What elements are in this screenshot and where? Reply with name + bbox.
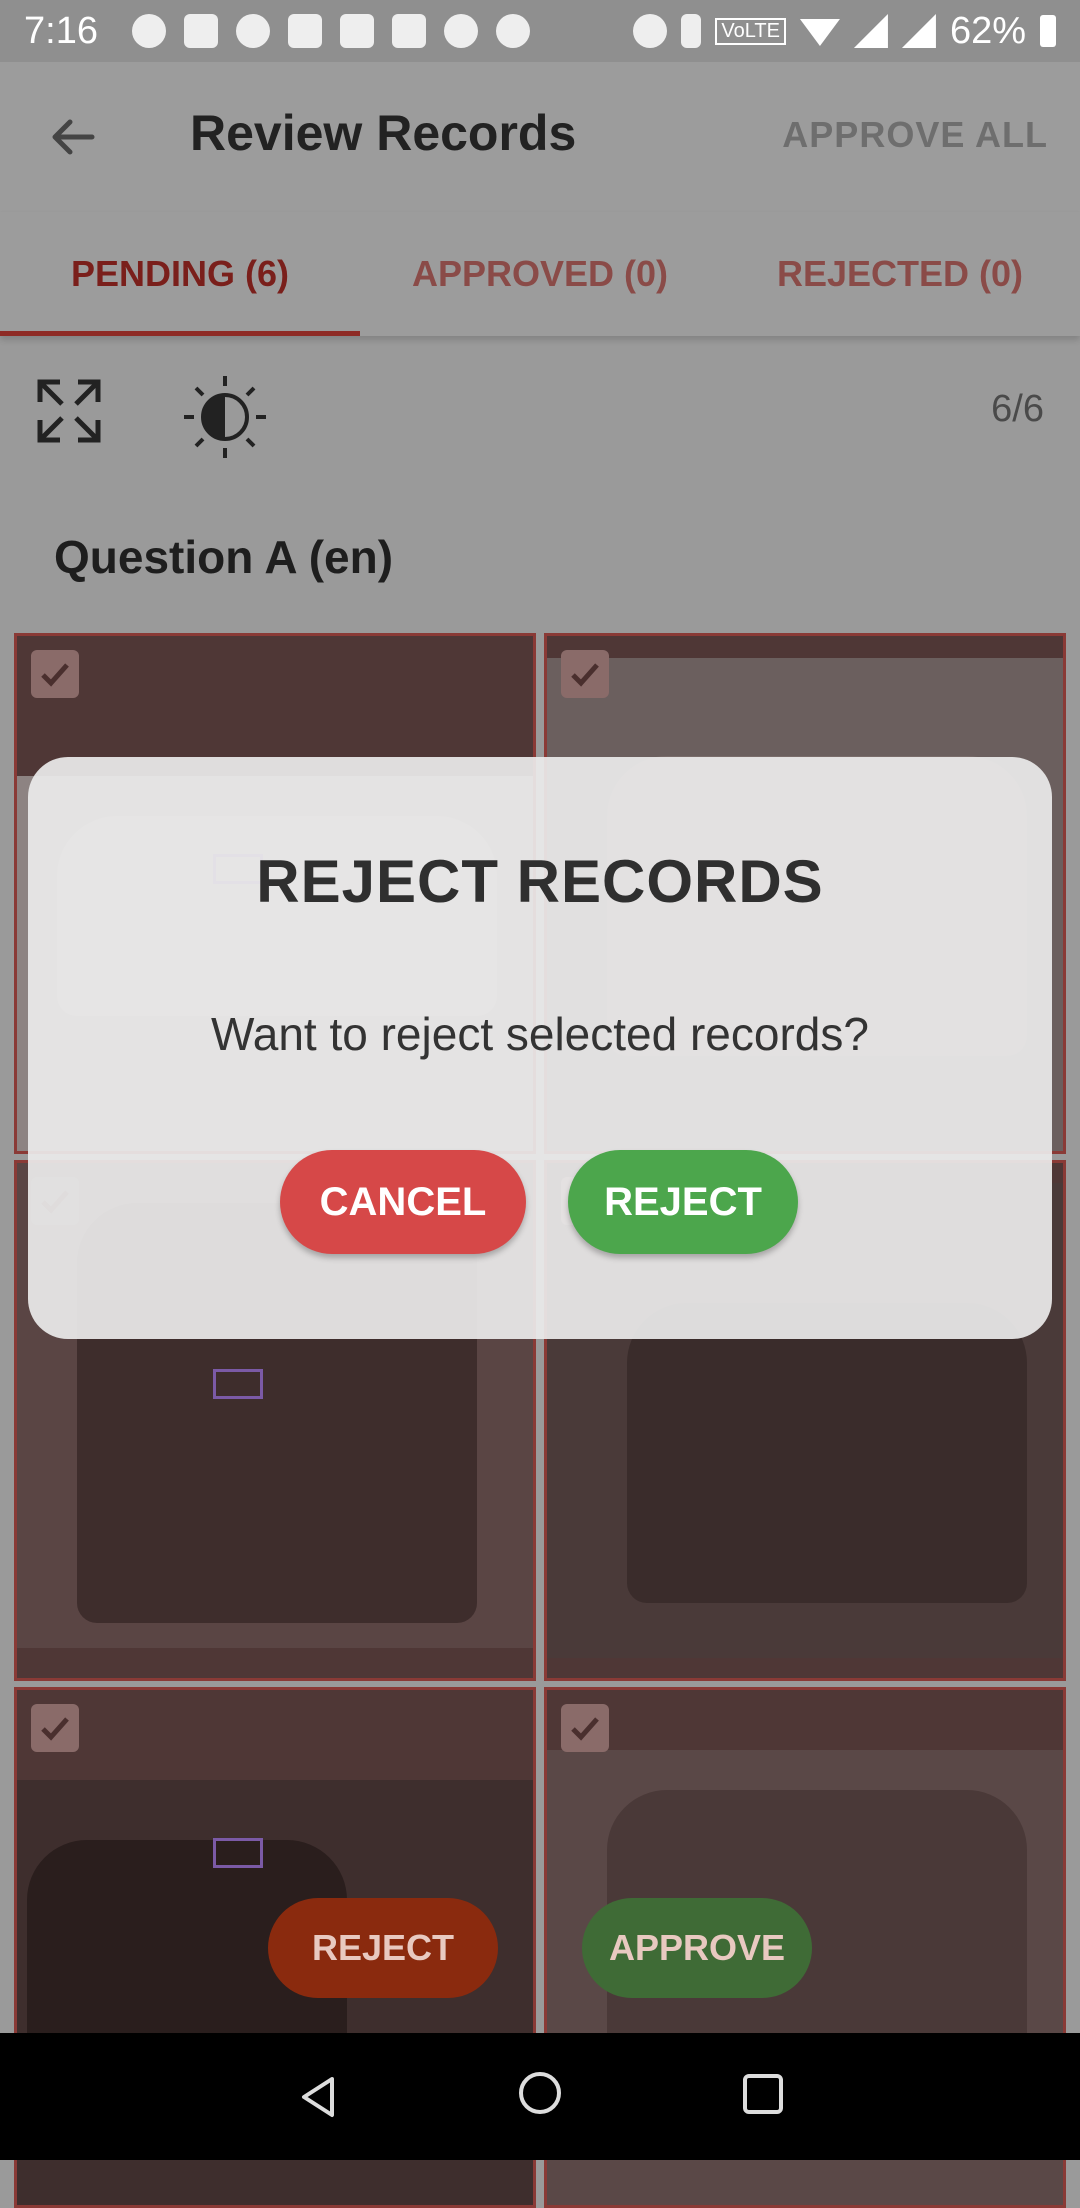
- bounding-box: [213, 1369, 263, 1399]
- check-icon: [571, 663, 599, 687]
- tab-rejected[interactable]: REJECTED (0): [720, 212, 1080, 336]
- bounding-box: [213, 1838, 263, 1868]
- signal-icon: [853, 14, 888, 48]
- reject-confirm-dialog: REJECT RECORDS Want to reject selected r…: [28, 757, 1052, 1339]
- back-arrow-icon[interactable]: [48, 112, 98, 162]
- zomato-icon: [288, 14, 322, 48]
- check-icon: [571, 1717, 599, 1741]
- view-toolbar: 6/6: [0, 336, 1080, 486]
- reject-selected-button[interactable]: REJECT: [268, 1898, 498, 1998]
- cancel-button[interactable]: CANCEL: [280, 1150, 526, 1254]
- approve-selected-button[interactable]: APPROVE: [582, 1898, 812, 1998]
- question-title: Question A (en): [54, 531, 394, 583]
- record-checkbox[interactable]: [561, 650, 609, 698]
- chat-icon: [132, 14, 166, 48]
- record-counter: 6/6: [991, 388, 1044, 430]
- battery-percent: 62%: [949, 9, 1026, 52]
- volte-icon: VoLTE: [715, 17, 786, 45]
- system-icons: VoLTE 62%: [633, 10, 1056, 53]
- dialog-message: Want to reject selected records?: [211, 1008, 869, 1060]
- battery-icon: [1040, 15, 1056, 47]
- nav-recents-icon[interactable]: [742, 2073, 784, 2115]
- signal-icon-2: [901, 14, 936, 48]
- page-title: Review Records: [190, 105, 577, 161]
- brightness-contrast-icon[interactable]: [180, 372, 270, 462]
- record-checkbox[interactable]: [31, 650, 79, 698]
- car-image: [627, 1303, 1027, 1603]
- pinterest-icon: [236, 14, 270, 48]
- app-bar: Review Records APPROVE ALL: [0, 62, 1080, 212]
- p-app-icon: [444, 14, 478, 48]
- expand-icon[interactable]: [34, 376, 104, 446]
- record-checkbox[interactable]: [561, 1704, 609, 1752]
- media-icon: [184, 14, 218, 48]
- m-app-icon: [392, 14, 426, 48]
- check-icon: [41, 663, 69, 687]
- notification-icons: [132, 14, 633, 48]
- check-icon: [41, 1717, 69, 1741]
- instagram-icon: [340, 14, 374, 48]
- confirm-reject-button[interactable]: REJECT: [568, 1150, 798, 1254]
- nav-home-icon[interactable]: [516, 2069, 564, 2117]
- nav-back-icon[interactable]: [294, 2073, 342, 2121]
- tab-approved[interactable]: APPROVED (0): [360, 212, 720, 336]
- bluetooth-icon: [681, 14, 702, 48]
- status-tabs: PENDING (6) APPROVED (0) REJECTED (0): [0, 212, 1080, 336]
- status-bar: 7:16 VoLTE 62%: [0, 0, 1080, 62]
- dialog-title: REJECT RECORDS: [256, 848, 824, 915]
- tab-pending[interactable]: PENDING (6): [0, 212, 360, 336]
- status-time: 7:16: [24, 9, 98, 52]
- approve-all-button[interactable]: APPROVE ALL: [782, 114, 1048, 156]
- alarm-icon: [633, 14, 668, 48]
- wifi-icon: [799, 19, 840, 46]
- record-checkbox[interactable]: [31, 1704, 79, 1752]
- sync-icon: [496, 14, 530, 48]
- system-nav-bar: [0, 2033, 1080, 2160]
